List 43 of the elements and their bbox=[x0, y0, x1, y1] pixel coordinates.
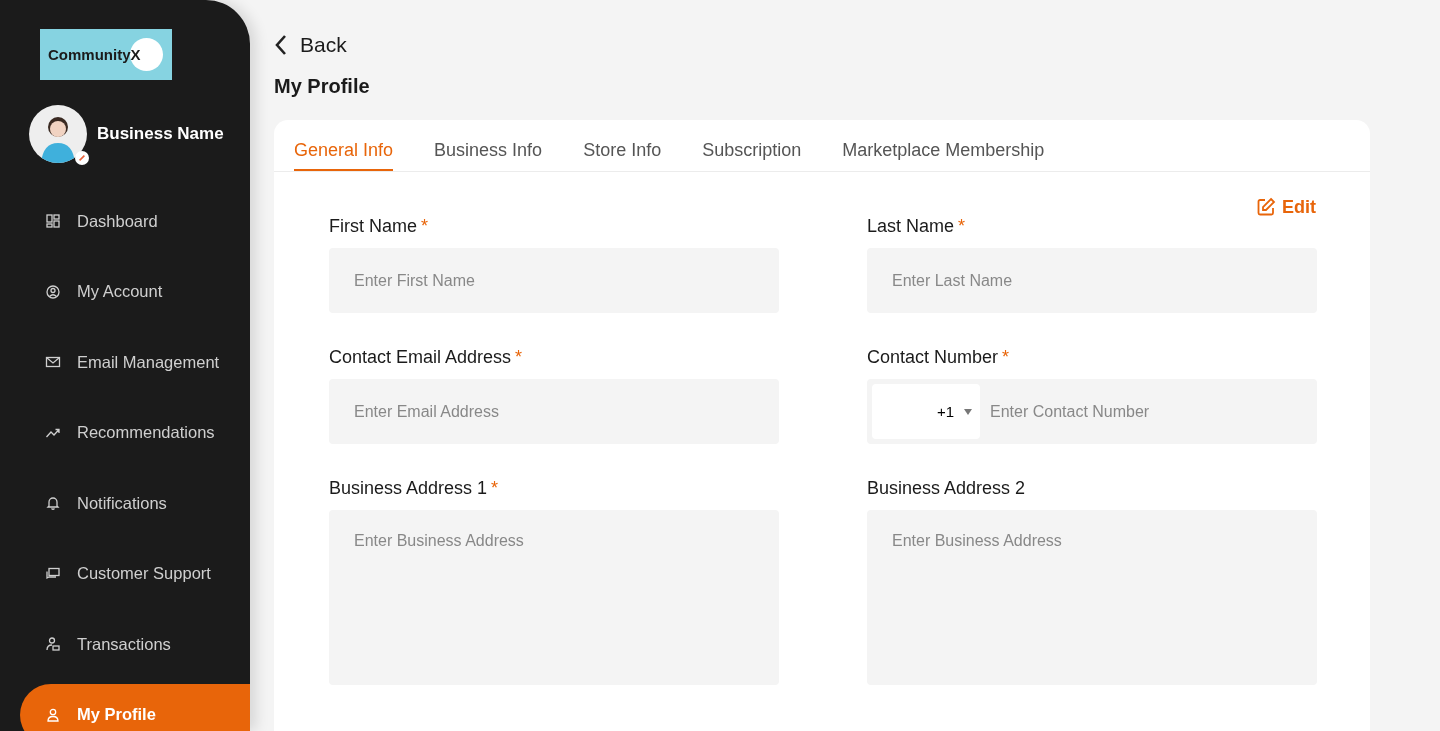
country-code-select[interactable]: +1 bbox=[872, 384, 980, 439]
input-field[interactable]: Enter First Name bbox=[329, 248, 779, 313]
sidebar-item[interactable]: My Account bbox=[0, 256, 250, 327]
phone-field[interactable]: +1 Enter Contact Number bbox=[867, 379, 1317, 444]
required-mark: * bbox=[515, 347, 523, 368]
required-mark: * bbox=[1002, 347, 1010, 368]
input-field[interactable]: Enter Email Address bbox=[329, 379, 779, 444]
sidebar-item[interactable]: Recommendations bbox=[0, 397, 250, 468]
pencil-badge-icon[interactable] bbox=[75, 151, 89, 165]
required-mark: * bbox=[491, 478, 499, 499]
tab[interactable]: Business Info bbox=[434, 140, 543, 171]
sidebar-item[interactable]: Notifications bbox=[0, 468, 250, 539]
textarea-field[interactable]: Enter Business Address bbox=[329, 510, 779, 685]
avatar[interactable] bbox=[29, 105, 87, 163]
grid-icon bbox=[45, 213, 61, 230]
sidebar-item[interactable]: Customer Support bbox=[0, 538, 250, 609]
sidebar-item[interactable]: Email Management bbox=[0, 327, 250, 398]
user-icon bbox=[45, 706, 61, 723]
input-field[interactable]: Enter Last Name bbox=[867, 248, 1317, 313]
field-label: First Name bbox=[329, 216, 417, 237]
required-mark: * bbox=[958, 216, 966, 237]
page-title: My Profile bbox=[274, 75, 371, 98]
back-link[interactable]: Back bbox=[274, 30, 1440, 60]
edit-icon bbox=[1256, 197, 1276, 217]
field-label: Business Address 2 bbox=[867, 478, 1026, 499]
caret-icon bbox=[964, 408, 972, 415]
required-mark: * bbox=[421, 216, 429, 237]
business-name: Business Name bbox=[97, 124, 224, 144]
chevron-left-icon bbox=[274, 34, 288, 56]
field-label: Business Address 1 bbox=[329, 478, 488, 499]
tab[interactable]: Store Info bbox=[583, 140, 662, 171]
user-circle-icon bbox=[45, 283, 61, 300]
sidebar-item[interactable]: Transactions bbox=[0, 609, 250, 680]
field-label: Contact Email Address bbox=[329, 347, 512, 368]
bell-icon bbox=[45, 495, 61, 512]
tab[interactable]: Marketplace Membership bbox=[842, 140, 1045, 171]
chat-icon bbox=[45, 565, 61, 582]
textarea-field[interactable]: Enter Business Address bbox=[867, 510, 1317, 685]
tab[interactable]: Subscription bbox=[702, 140, 802, 171]
sidebar-item[interactable]: Dashboard bbox=[0, 186, 250, 257]
user-money-icon bbox=[45, 636, 61, 653]
field-label: Last Name bbox=[867, 216, 955, 237]
field-label: Contact Number bbox=[867, 347, 999, 368]
